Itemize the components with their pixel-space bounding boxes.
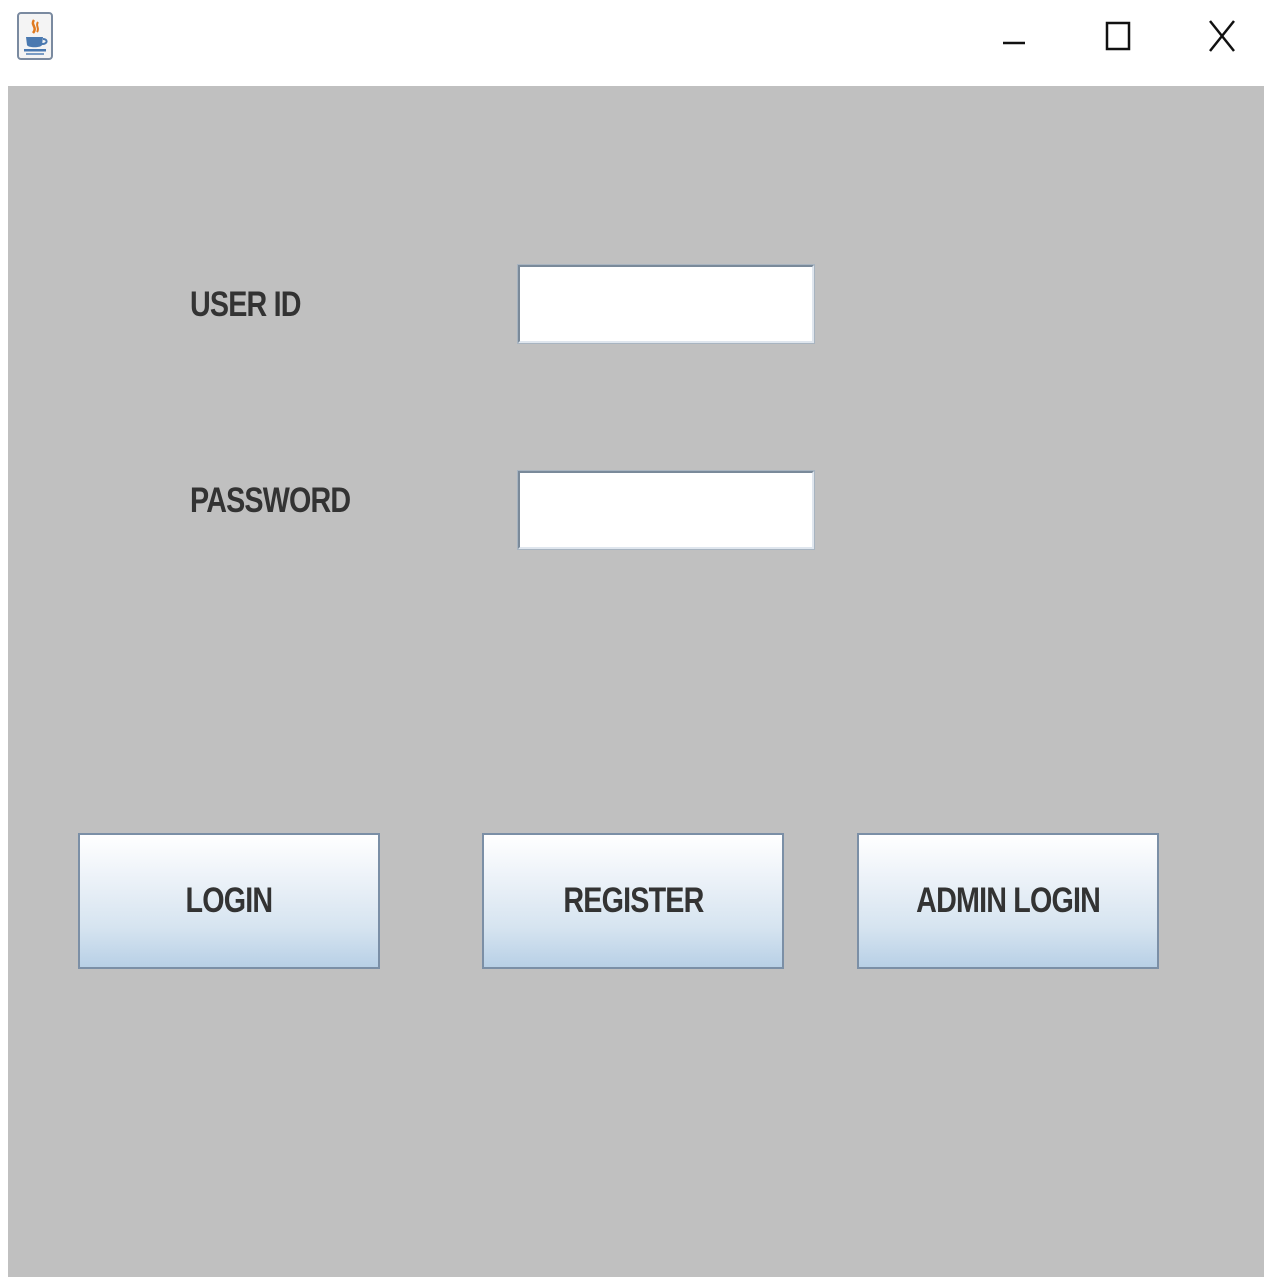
login-button[interactable]: LOGIN bbox=[78, 833, 380, 969]
password-label: PASSWORD bbox=[190, 481, 351, 520]
user-id-label: USER ID bbox=[190, 285, 301, 324]
java-coffee-icon bbox=[17, 12, 53, 60]
register-button[interactable]: REGISTER bbox=[482, 833, 784, 969]
minimize-icon bbox=[1003, 41, 1025, 45]
maximize-button[interactable] bbox=[1066, 0, 1170, 72]
login-panel: USER ID PASSWORD LOGIN REGISTER ADMIN LO… bbox=[8, 86, 1264, 1277]
register-button-label: REGISTER bbox=[562, 881, 704, 920]
password-input[interactable] bbox=[517, 470, 815, 550]
admin-login-button[interactable]: ADMIN LOGIN bbox=[857, 833, 1159, 969]
title-bar[interactable] bbox=[0, 0, 1270, 86]
minimize-button[interactable] bbox=[962, 0, 1066, 72]
maximize-icon bbox=[1105, 21, 1131, 51]
close-icon bbox=[1209, 20, 1235, 52]
admin-login-button-label: ADMIN LOGIN bbox=[916, 881, 1101, 920]
login-button-label: LOGIN bbox=[185, 881, 274, 920]
close-button[interactable] bbox=[1170, 0, 1270, 72]
login-window: USER ID PASSWORD LOGIN REGISTER ADMIN LO… bbox=[0, 0, 1270, 1277]
user-id-input[interactable] bbox=[517, 264, 815, 344]
